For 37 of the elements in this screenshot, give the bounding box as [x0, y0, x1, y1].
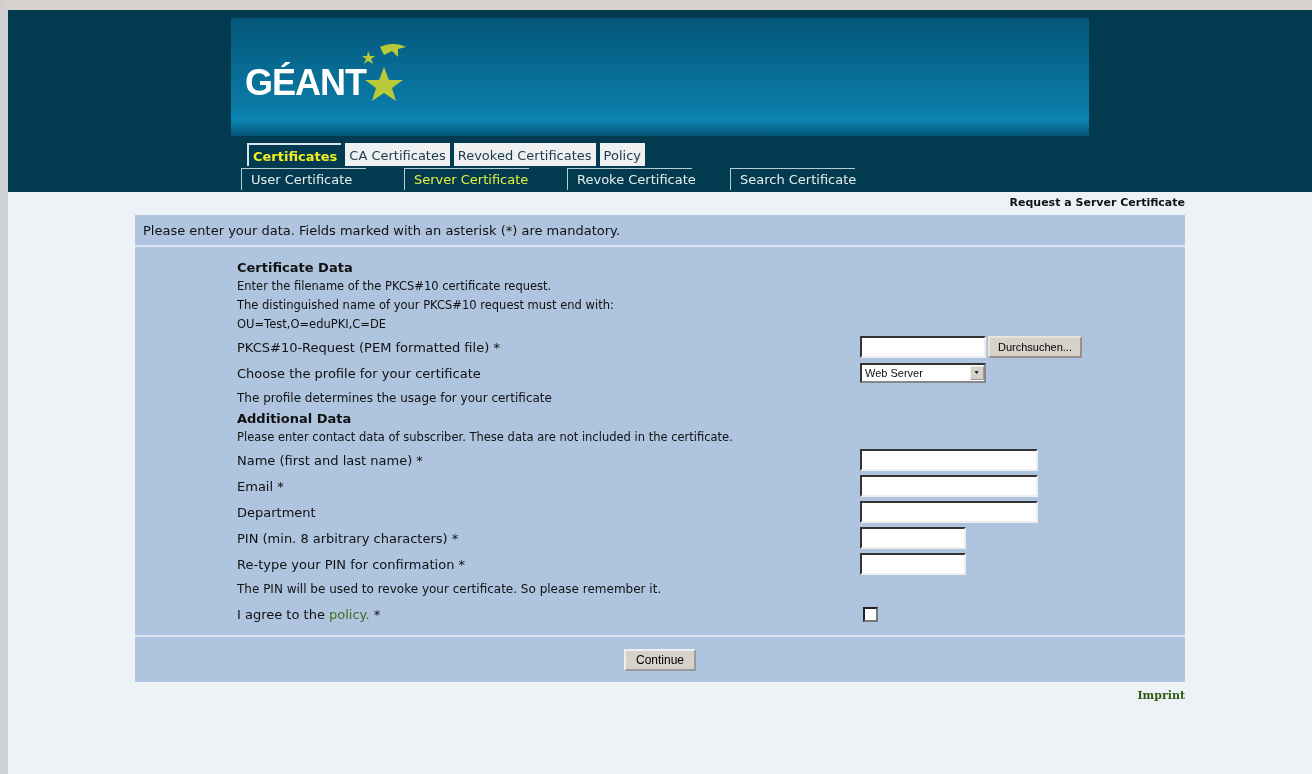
input-field[interactable] [860, 475, 1038, 497]
checkbox[interactable] [863, 606, 878, 622]
profile-dropdown[interactable]: Web Server [860, 363, 986, 383]
field-label: Email * [237, 478, 285, 494]
field-label: I agree to the policy. * [237, 606, 382, 622]
field-label: PKCS#10-Request (PEM formatted file) * [237, 339, 501, 355]
continue-button[interactable]: Continue [623, 649, 696, 671]
help-text: The distinguished name of your PKCS#10 request must end with: [237, 297, 615, 314]
help-text: The profile determines the usage for your certificate [237, 391, 553, 405]
field-label: Department [237, 504, 317, 520]
help-text: The PIN will be used to revoke your certificate. So please remember it. [237, 582, 663, 596]
help-text: Enter the filename of the PKCS#10 certificate request. [237, 278, 553, 295]
file-field[interactable] [860, 336, 986, 358]
help-text: Please enter contact data of subscriber. These data are not included in the certificate. [237, 429, 734, 446]
sub-tab[interactable]: Server Certificate [404, 168, 529, 190]
imprint-link[interactable]: Imprint [1137, 689, 1185, 702]
input-field[interactable] [860, 527, 966, 549]
nav-tab[interactable]: Policy [599, 143, 645, 166]
input-field[interactable] [860, 501, 1038, 523]
section-heading: Certificate Data [237, 259, 354, 277]
field-label: Choose the profile for your certificate [237, 365, 482, 381]
page-title: Request a Server Certificate [1009, 196, 1185, 209]
field-label: PIN (min. 8 arbitrary characters) * [237, 530, 460, 546]
field-label: Re-type your PIN for confirmation * [237, 556, 467, 572]
sub-tab[interactable]: User Certificate [241, 168, 366, 190]
field-label: Name (first and last name) * [237, 452, 424, 468]
sub-tab[interactable]: Search Certificate [730, 168, 855, 190]
help-text: OU=Test,O=eduPKI,C=DE [237, 316, 388, 333]
intro-text: Please enter your data. Fields marked with an asterisk (*) are mandatory. [135, 215, 1185, 247]
section-heading: Additional Data [237, 410, 353, 428]
input-field[interactable] [860, 553, 966, 575]
browse-button[interactable]: Durchsuchen... [988, 336, 1082, 358]
caret-icon [970, 366, 984, 380]
input-field[interactable] [860, 449, 1038, 471]
nav-tab[interactable]: Revoked Certificates [453, 143, 596, 166]
nav-tab[interactable]: CA Certificates [345, 143, 450, 166]
nav-tab[interactable]: Certificates [247, 143, 342, 166]
